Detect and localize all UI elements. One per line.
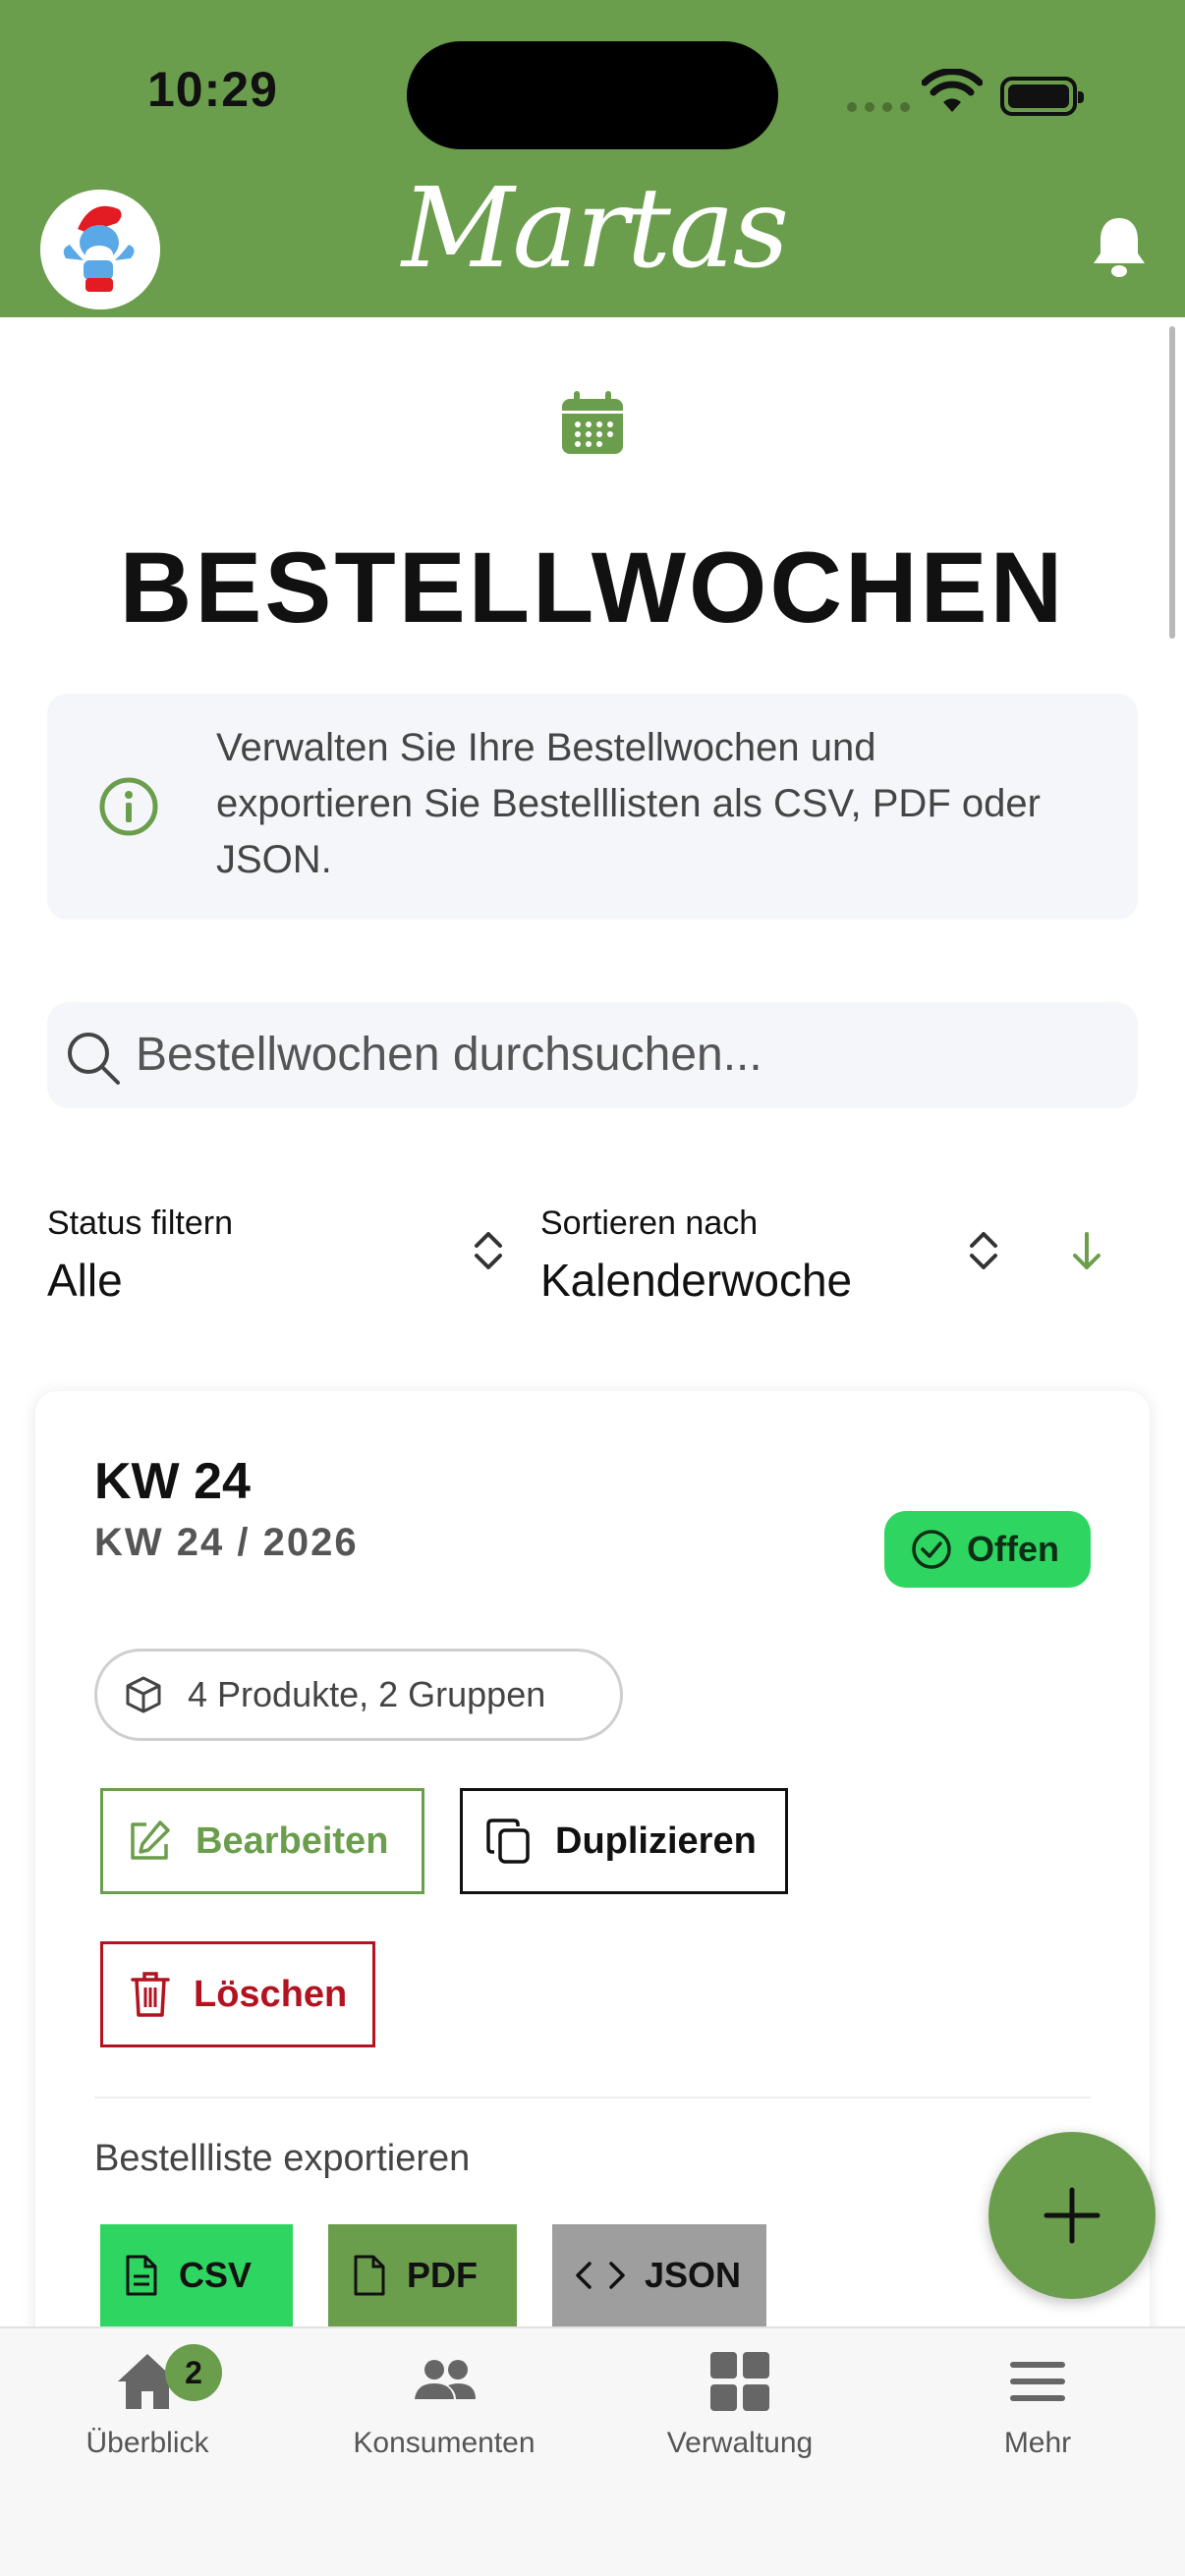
trash-icon xyxy=(131,1972,170,2017)
user-avatar[interactable] xyxy=(40,190,160,309)
info-text: Verwalten Sie Ihre Bestellwochen und exp… xyxy=(216,726,1041,881)
tab-overview[interactable]: Überblick xyxy=(10,2338,285,2476)
file-icon xyxy=(354,2255,385,2296)
product-summary-pill: 4 Produkte, 2 Gruppen xyxy=(94,1649,623,1741)
status-badge: Offen xyxy=(884,1511,1091,1588)
edit-button-label: Bearbeiten xyxy=(196,1820,389,1862)
grid-icon xyxy=(710,2352,769,2411)
search-icon xyxy=(68,1033,120,1085)
menu-icon xyxy=(1010,2362,1065,2401)
search-input[interactable] xyxy=(136,1020,1108,1089)
chevron-updown-icon[interactable] xyxy=(472,1228,505,1273)
sort-select[interactable]: Kalenderwoche xyxy=(540,1254,852,1307)
delete-button-label: Löschen xyxy=(194,1973,348,2015)
add-order-week-button[interactable] xyxy=(988,2132,1156,2299)
export-csv-label: CSV xyxy=(179,2255,253,2295)
tab-administration-label: Verwaltung xyxy=(666,2427,814,2459)
bell-icon[interactable] xyxy=(1091,214,1148,279)
notification-count-badge: 2 xyxy=(165,2344,222,2401)
status-filter-select[interactable]: Alle xyxy=(47,1254,123,1307)
card-title: KW 24 xyxy=(94,1453,251,1510)
check-circle-icon xyxy=(912,1530,951,1569)
delete-button[interactable]: Löschen xyxy=(100,1941,375,2047)
export-json-button[interactable]: JSON xyxy=(552,2224,766,2326)
sort-label: Sortieren nach xyxy=(540,1204,759,1242)
status-filter-label: Status filtern xyxy=(47,1204,233,1242)
export-csv-button[interactable]: CSV xyxy=(100,2224,293,2326)
tab-overview-label: Überblick xyxy=(85,2427,209,2459)
tab-administration[interactable]: Verwaltung xyxy=(602,2338,877,2476)
status-bar-time: 10:29 xyxy=(147,62,278,117)
tab-consumers-label: Konsumenten xyxy=(353,2427,536,2459)
export-section-label: Bestellliste exportieren xyxy=(94,2138,471,2179)
info-icon xyxy=(99,777,158,836)
calendar-icon xyxy=(562,391,623,454)
battery-icon xyxy=(1000,77,1084,116)
plus-icon xyxy=(1044,2187,1100,2244)
card-divider xyxy=(94,2097,1091,2099)
duplicate-button-label: Duplizieren xyxy=(555,1820,757,1862)
product-summary-text: 4 Produkte, 2 Gruppen xyxy=(188,1674,546,1714)
copy-icon xyxy=(486,1819,530,1864)
page-title: BESTELLWOCHEN xyxy=(119,532,1066,644)
status-badge-label: Offen xyxy=(967,1529,1059,1569)
edit-button[interactable]: Bearbeiten xyxy=(100,1788,424,1894)
dynamic-island xyxy=(407,41,778,149)
edit-icon xyxy=(131,1820,170,1860)
cellular-signal-icon xyxy=(847,102,910,112)
tab-more[interactable]: Mehr xyxy=(900,2338,1175,2476)
code-icon xyxy=(576,2262,625,2289)
export-pdf-label: PDF xyxy=(407,2255,478,2295)
sort-direction-arrow-down-icon[interactable] xyxy=(1069,1230,1104,1273)
wifi-icon xyxy=(922,69,983,112)
cube-icon xyxy=(126,1676,161,1713)
file-text-icon xyxy=(126,2255,157,2296)
export-json-label: JSON xyxy=(645,2255,742,2295)
card-subtitle: KW 24 / 2026 xyxy=(94,1521,359,1564)
tab-more-label: Mehr xyxy=(1003,2427,1072,2459)
smurf-avatar-icon xyxy=(40,190,160,309)
tab-consumers[interactable]: Konsumenten xyxy=(307,2338,582,2476)
chevron-updown-icon[interactable] xyxy=(967,1228,1000,1273)
duplicate-button[interactable]: Duplizieren xyxy=(460,1788,788,1894)
app-logo: Martas xyxy=(401,165,789,293)
export-pdf-button[interactable]: PDF xyxy=(328,2224,517,2326)
users-icon xyxy=(415,2360,476,2399)
